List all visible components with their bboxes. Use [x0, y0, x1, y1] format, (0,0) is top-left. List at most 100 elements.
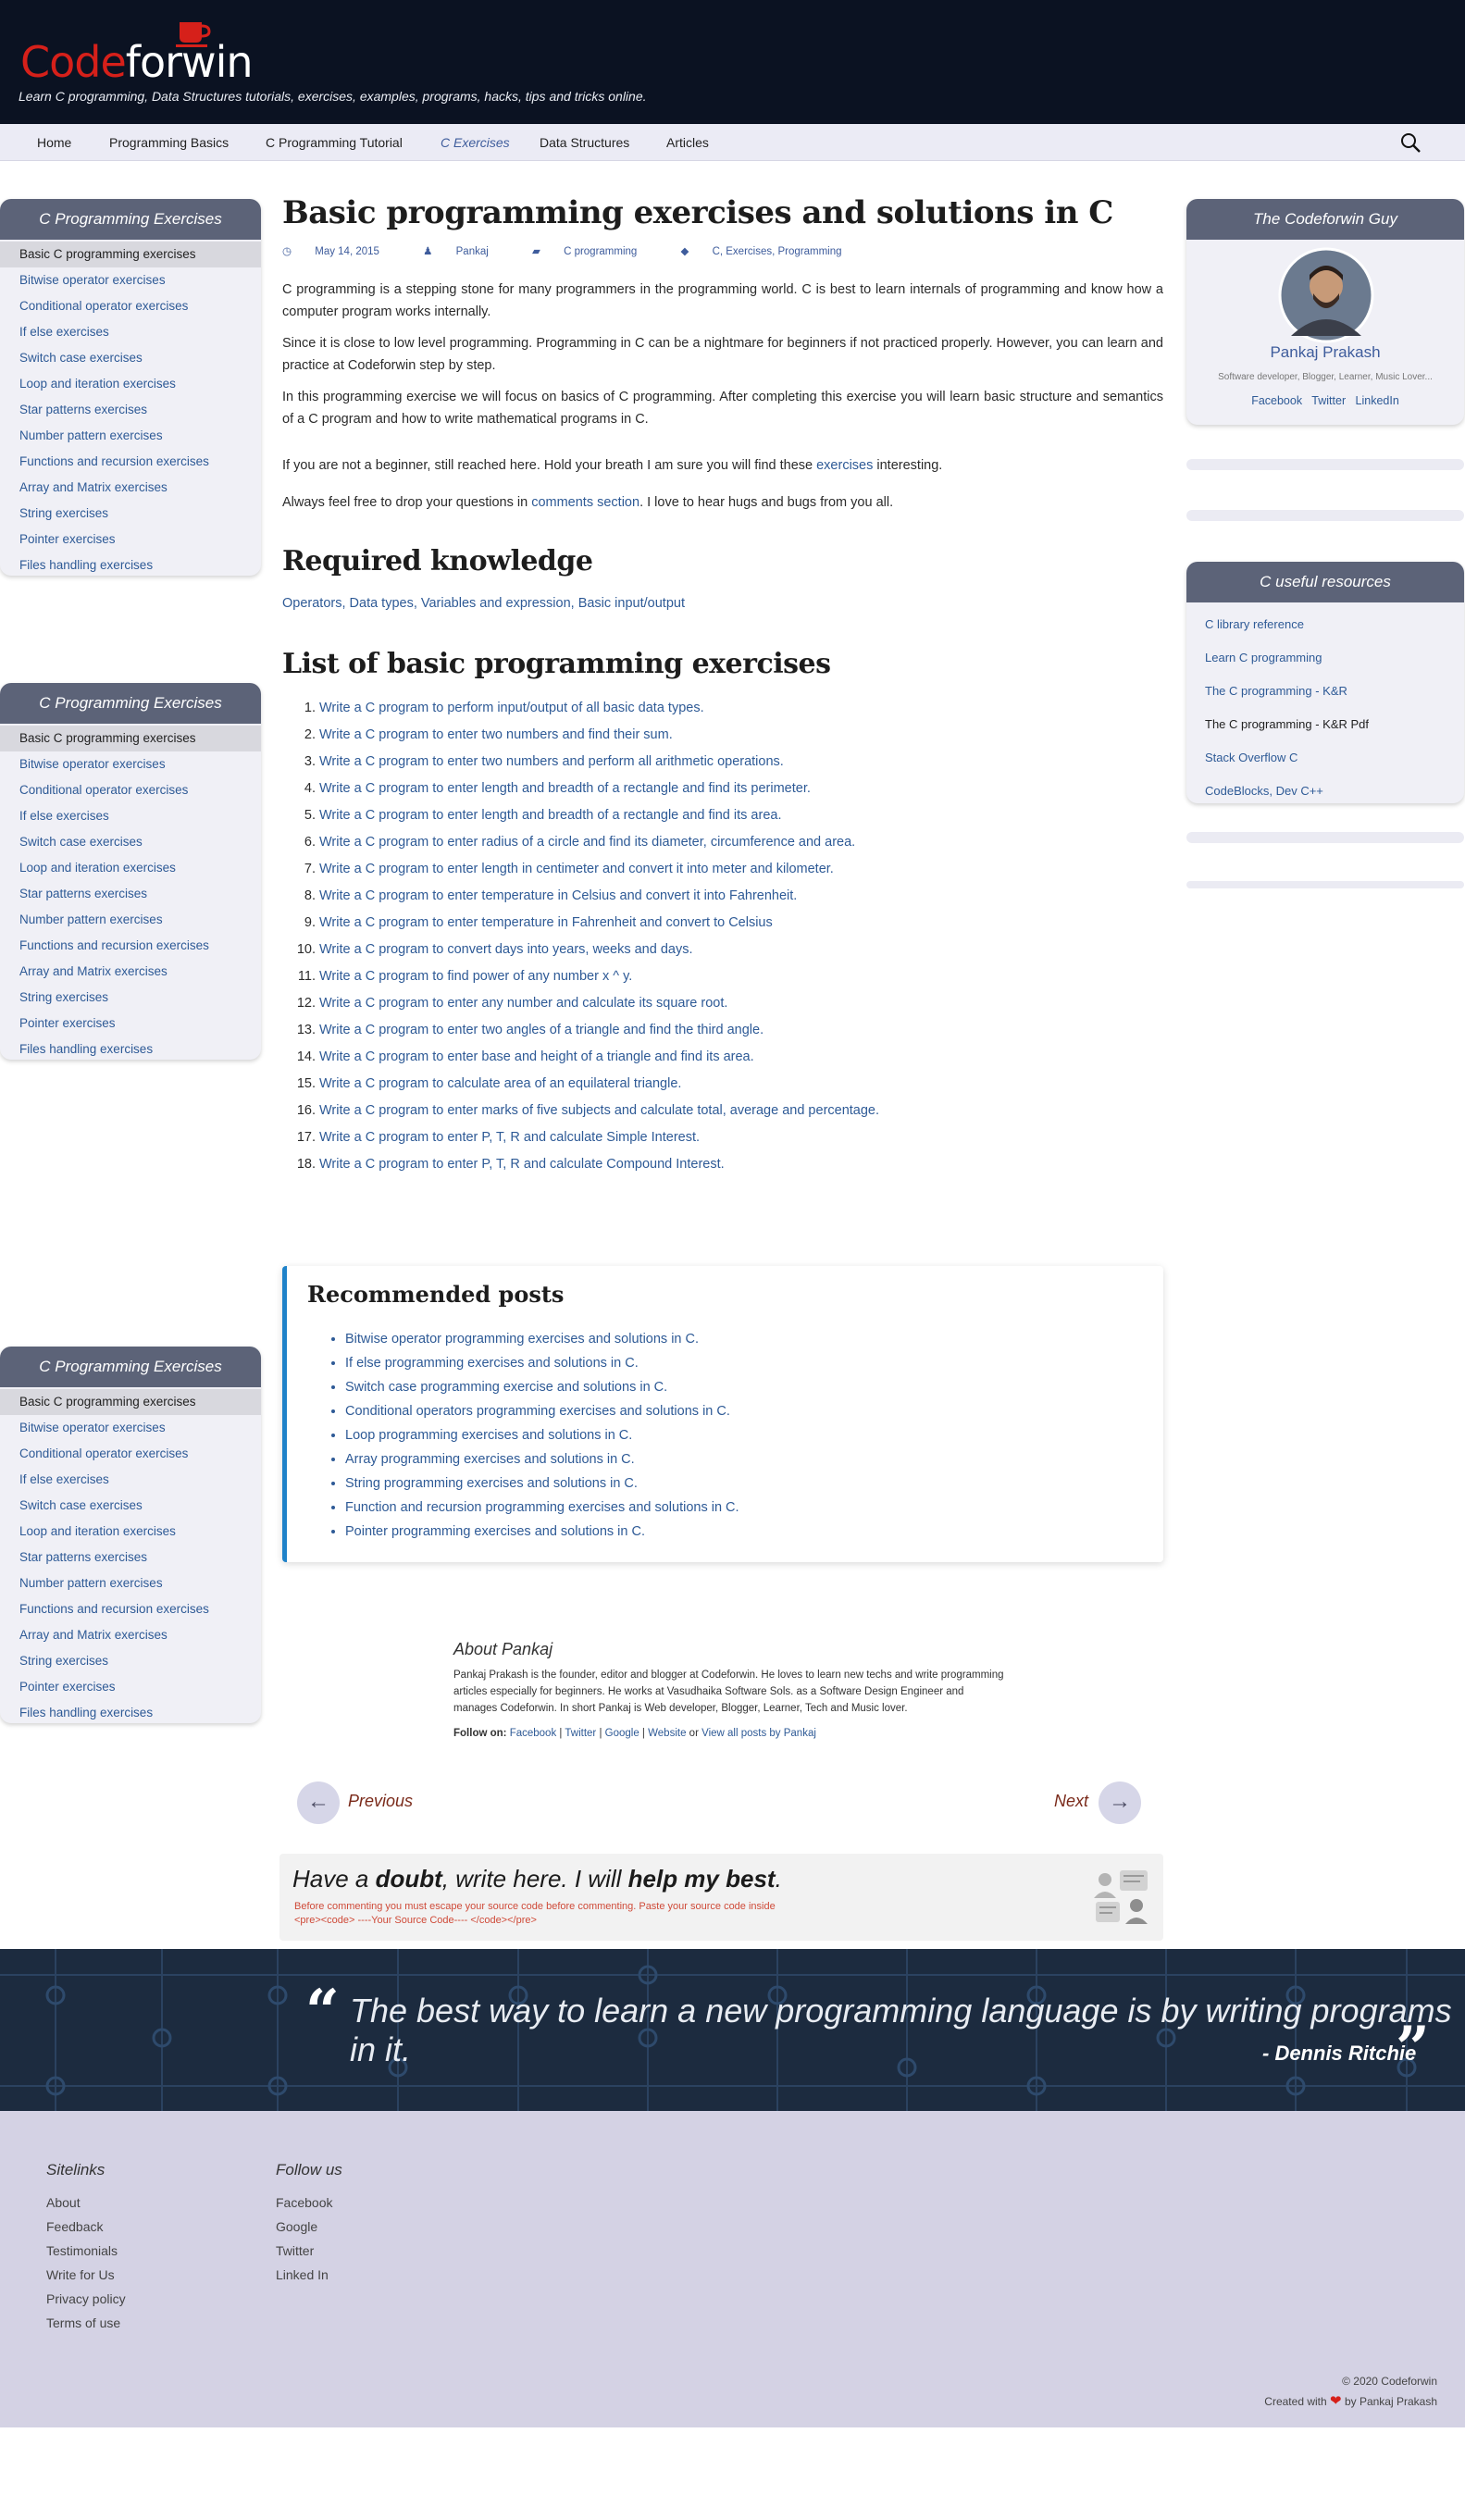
- sidebar-item-star[interactable]: Star patterns exercises: [0, 397, 261, 423]
- sidebar-item-pointer[interactable]: Pointer exercises: [0, 1674, 261, 1700]
- footer-link-feedback[interactable]: Feedback: [46, 2215, 126, 2239]
- previous-arrow-button[interactable]: ←: [297, 1781, 340, 1824]
- exercise-link[interactable]: Write a C program to enter temperature i…: [319, 915, 773, 930]
- exercise-link[interactable]: Write a C program to find power of any n…: [319, 969, 632, 984]
- resource-c-library[interactable]: C library reference: [1205, 608, 1369, 641]
- author-twitter-link[interactable]: Twitter: [1311, 394, 1346, 407]
- previous-link[interactable]: Previous: [348, 1792, 413, 1811]
- exercise-link[interactable]: Write a C program to enter two numbers a…: [319, 754, 784, 769]
- exercise-link[interactable]: Write a C program to enter base and heig…: [319, 1049, 754, 1064]
- exercise-link[interactable]: Write a C program to perform input/outpu…: [319, 701, 704, 715]
- nav-home[interactable]: Home: [37, 135, 71, 150]
- next-link[interactable]: Next: [1054, 1792, 1088, 1811]
- exercises-link[interactable]: exercises: [816, 458, 873, 473]
- sidebar-item-conditional[interactable]: Conditional operator exercises: [0, 777, 261, 803]
- sidebar-item-if-else[interactable]: If else exercises: [0, 1467, 261, 1493]
- exercise-link[interactable]: Write a C program to convert days into y…: [319, 942, 693, 957]
- author-name[interactable]: Pankaj Prakash: [1186, 343, 1464, 362]
- resource-stackoverflow[interactable]: Stack Overflow C: [1205, 741, 1369, 775]
- resource-kr-pdf[interactable]: The C programming - K&R Pdf: [1205, 708, 1369, 741]
- exercise-link[interactable]: Write a C program to enter length in cen…: [319, 862, 834, 876]
- recommended-item[interactable]: Function and recursion programming exerc…: [345, 1496, 739, 1520]
- sidebar-item-conditional[interactable]: Conditional operator exercises: [0, 293, 261, 319]
- nav-programming-basics[interactable]: Programming Basics: [109, 135, 229, 150]
- post-tags[interactable]: ◆ C, Exercises, Programming: [681, 246, 863, 257]
- sidebar-item-basic[interactable]: Basic C programming exercises: [0, 1389, 261, 1415]
- sidebar-item-string[interactable]: String exercises: [0, 1648, 261, 1674]
- resource-ide[interactable]: CodeBlocks, Dev C++: [1205, 775, 1369, 803]
- sidebar-item-number-pattern[interactable]: Number pattern exercises: [0, 423, 261, 449]
- required-knowledge-links[interactable]: Operators, Data types, Variables and exp…: [282, 596, 1163, 611]
- sidebar-item-star[interactable]: Star patterns exercises: [0, 881, 261, 907]
- follow-google-link[interactable]: Google: [605, 1728, 639, 1739]
- exercise-link[interactable]: Write a C program to enter two angles of…: [319, 1023, 764, 1037]
- exercise-link[interactable]: Write a C program to enter two numbers a…: [319, 727, 673, 742]
- nav-c-programming-tutorial[interactable]: C Programming Tutorial: [266, 135, 403, 150]
- sidebar-item-pointer[interactable]: Pointer exercises: [0, 1011, 261, 1037]
- sidebar-item-star[interactable]: Star patterns exercises: [0, 1545, 261, 1570]
- sidebar-item-switch[interactable]: Switch case exercises: [0, 829, 261, 855]
- exercise-link[interactable]: Write a C program to enter temperature i…: [319, 888, 797, 903]
- site-logo[interactable]: Codeforwin: [20, 37, 254, 87]
- post-author[interactable]: ♟ Pankaj: [423, 246, 509, 257]
- footer-link-privacy[interactable]: Privacy policy: [46, 2287, 126, 2311]
- sidebar-item-pointer[interactable]: Pointer exercises: [0, 527, 261, 552]
- sidebar-item-loop[interactable]: Loop and iteration exercises: [0, 1519, 261, 1545]
- sidebar-item-number-pattern[interactable]: Number pattern exercises: [0, 907, 261, 933]
- footer-link-twitter[interactable]: Twitter: [276, 2239, 342, 2263]
- recommended-item[interactable]: String programming exercises and solutio…: [345, 1471, 739, 1496]
- search-icon[interactable]: [1399, 131, 1422, 154]
- sidebar-item-bitwise[interactable]: Bitwise operator exercises: [0, 751, 261, 777]
- exercise-link[interactable]: Write a C program to enter length and br…: [319, 781, 811, 796]
- view-all-posts-link[interactable]: View all posts by Pankaj: [701, 1728, 816, 1739]
- sidebar-item-functions[interactable]: Functions and recursion exercises: [0, 1596, 261, 1622]
- exercise-link[interactable]: Write a C program to enter radius of a c…: [319, 835, 855, 850]
- exercise-link[interactable]: Write a C program to enter P, T, R and c…: [319, 1157, 725, 1172]
- follow-facebook-link[interactable]: Facebook: [510, 1728, 557, 1739]
- recommended-item[interactable]: Switch case programming exercise and sol…: [345, 1375, 739, 1399]
- post-date[interactable]: ◷ May 14, 2015: [282, 246, 400, 257]
- sidebar-item-bitwise[interactable]: Bitwise operator exercises: [0, 267, 261, 293]
- footer-link-facebook[interactable]: Facebook: [276, 2191, 342, 2215]
- recommended-item[interactable]: If else programming exercises and soluti…: [345, 1351, 739, 1375]
- sidebar-item-array[interactable]: Array and Matrix exercises: [0, 1622, 261, 1648]
- nav-data-structures[interactable]: Data Structures: [540, 135, 629, 150]
- sidebar-item-string[interactable]: String exercises: [0, 985, 261, 1011]
- nav-c-exercises[interactable]: C Exercises: [441, 135, 510, 150]
- sidebar-item-string[interactable]: String exercises: [0, 501, 261, 527]
- footer-link-testimonials[interactable]: Testimonials: [46, 2239, 126, 2263]
- exercise-link[interactable]: Write a C program to enter any number an…: [319, 996, 727, 1011]
- nav-articles[interactable]: Articles: [666, 135, 709, 150]
- resource-kr[interactable]: The C programming - K&R: [1205, 675, 1369, 708]
- sidebar-item-files[interactable]: Files handling exercises: [0, 1037, 261, 1060]
- follow-website-link[interactable]: Website: [648, 1728, 686, 1739]
- exercise-link[interactable]: Write a C program to enter marks of five…: [319, 1103, 879, 1118]
- footer-link-google[interactable]: Google: [276, 2215, 342, 2239]
- recommended-item[interactable]: Pointer programming exercises and soluti…: [345, 1520, 739, 1544]
- follow-twitter-link[interactable]: Twitter: [565, 1728, 596, 1739]
- resource-learn-c[interactable]: Learn C programming: [1205, 641, 1369, 675]
- author-linkedin-link[interactable]: LinkedIn: [1356, 394, 1399, 407]
- sidebar-item-basic[interactable]: Basic C programming exercises: [0, 726, 261, 751]
- next-arrow-button[interactable]: →: [1099, 1781, 1141, 1824]
- sidebar-item-loop[interactable]: Loop and iteration exercises: [0, 855, 261, 881]
- sidebar-item-conditional[interactable]: Conditional operator exercises: [0, 1441, 261, 1467]
- exercise-link[interactable]: Write a C program to enter length and br…: [319, 808, 781, 823]
- author-facebook-link[interactable]: Facebook: [1251, 394, 1302, 407]
- sidebar-item-functions[interactable]: Functions and recursion exercises: [0, 449, 261, 475]
- exercise-link[interactable]: Write a C program to calculate area of a…: [319, 1076, 681, 1091]
- sidebar-item-loop[interactable]: Loop and iteration exercises: [0, 371, 261, 397]
- sidebar-item-files[interactable]: Files handling exercises: [0, 552, 261, 576]
- sidebar-item-array[interactable]: Array and Matrix exercises: [0, 959, 261, 985]
- sidebar-item-functions[interactable]: Functions and recursion exercises: [0, 933, 261, 959]
- sidebar-item-if-else[interactable]: If else exercises: [0, 319, 261, 345]
- sidebar-item-array[interactable]: Array and Matrix exercises: [0, 475, 261, 501]
- sidebar-item-switch[interactable]: Switch case exercises: [0, 345, 261, 371]
- sidebar-item-bitwise[interactable]: Bitwise operator exercises: [0, 1415, 261, 1441]
- sidebar-item-switch[interactable]: Switch case exercises: [0, 1493, 261, 1519]
- footer-link-write-for-us[interactable]: Write for Us: [46, 2263, 126, 2287]
- recommended-item[interactable]: Loop programming exercises and solutions…: [345, 1423, 739, 1447]
- recommended-item[interactable]: Conditional operators programming exerci…: [345, 1399, 739, 1423]
- footer-link-terms[interactable]: Terms of use: [46, 2311, 126, 2335]
- exercise-link[interactable]: Write a C program to enter P, T, R and c…: [319, 1130, 700, 1145]
